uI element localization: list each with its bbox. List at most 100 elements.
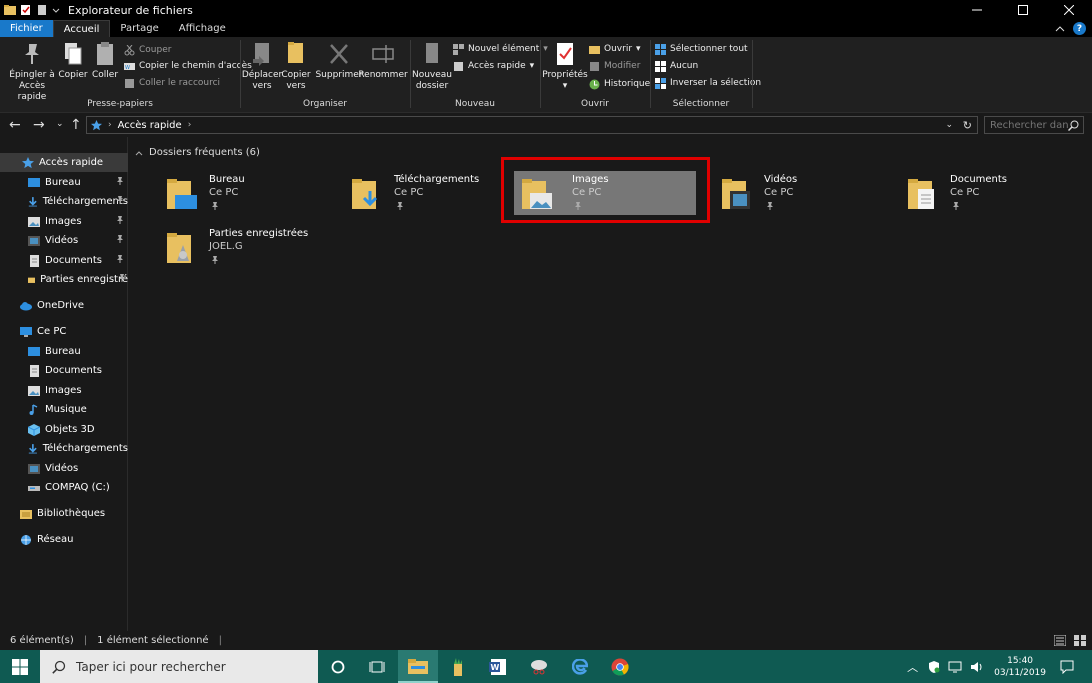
refresh-icon[interactable]: ↻: [963, 119, 972, 132]
select-group-label: Sélectionner: [672, 99, 730, 109]
action-center-icon[interactable]: [1060, 660, 1074, 674]
nav-quick-videos[interactable]: Vidéos: [0, 231, 128, 250]
breadcrumb-separator-icon: ›: [108, 120, 112, 130]
new-folder-quick-icon[interactable]: [36, 4, 48, 16]
history-label: Historique: [604, 79, 651, 89]
easy-access-button[interactable]: Accès rapide ▾: [453, 59, 534, 73]
clock[interactable]: 15:40 03/11/2019: [994, 655, 1046, 679]
nav-pc-downloads[interactable]: Téléchargements: [0, 439, 128, 458]
volume-icon[interactable]: [970, 661, 984, 673]
nav-quick-documents[interactable]: Documents: [0, 251, 128, 270]
maximize-icon: [1018, 5, 1028, 15]
nav-onedrive[interactable]: OneDrive: [0, 296, 128, 315]
new-folder-button[interactable]: Nouveau dossier: [412, 41, 452, 92]
status-selected-count: 1 élément sélectionné: [97, 635, 209, 646]
details-view-icon[interactable]: [1054, 635, 1066, 646]
pin-icon: [953, 202, 959, 210]
select-all-button[interactable]: Sélectionner tout: [655, 42, 748, 56]
paste-shortcut-button[interactable]: Coller le raccourci: [124, 76, 220, 90]
tray-chevron-up-icon[interactable]: ︿: [907, 659, 918, 675]
security-shield-icon[interactable]: [928, 660, 940, 673]
nav-pc-music[interactable]: Musique: [0, 400, 128, 419]
task-view-button[interactable]: [357, 650, 397, 683]
nav-pc-documents[interactable]: Documents: [0, 361, 128, 380]
search-box[interactable]: [984, 116, 1084, 134]
minimize-button[interactable]: [954, 0, 1000, 20]
address-bar[interactable]: › Accès rapide › ⌄ ↻: [86, 116, 978, 134]
rename-button[interactable]: Renommer: [358, 41, 408, 81]
nav-quick-access[interactable]: Accès rapide: [0, 153, 128, 172]
cortana-button[interactable]: [318, 650, 358, 683]
forward-arrow-icon[interactable]: →: [33, 117, 45, 133]
nav-quick-saved-games[interactable]: Parties enregistré: [0, 270, 128, 289]
close-button[interactable]: [1046, 0, 1092, 20]
taskbar-snipping-tool[interactable]: [519, 650, 559, 683]
open-button[interactable]: Ouvrir ▾: [589, 42, 641, 56]
start-button[interactable]: [0, 650, 40, 683]
folder-tile-desktop[interactable]: Bureau Ce PC: [159, 171, 341, 215]
search-input[interactable]: [990, 119, 1068, 131]
folder-tile-saved-games[interactable]: Parties enregistrées JOEL.G: [159, 225, 341, 269]
taskbar-word[interactable]: W: [478, 650, 518, 683]
paint-icon: [454, 657, 462, 676]
cut-button[interactable]: Couper: [124, 43, 171, 57]
select-none-button[interactable]: Aucun: [655, 59, 698, 73]
history-button[interactable]: Historique: [589, 77, 650, 91]
navigation-pane: Accès rapide Bureau Téléchargements Imag…: [0, 137, 128, 631]
nav-pc-videos[interactable]: Vidéos: [0, 459, 128, 478]
new-item-button[interactable]: Nouvel élément ▾: [453, 42, 548, 56]
nav-network[interactable]: Réseau: [0, 530, 128, 549]
folder-tile-downloads[interactable]: Téléchargements Ce PC: [344, 171, 526, 215]
breadcrumb-quick-access[interactable]: Accès rapide: [118, 120, 182, 131]
network-icon[interactable]: [948, 661, 962, 673]
copy-button[interactable]: Copier: [58, 41, 88, 81]
properties-button[interactable]: Propriétés ▾: [542, 41, 588, 92]
nav-pc-images[interactable]: Images: [0, 381, 128, 400]
search-icon: [52, 660, 66, 674]
copy-path-button[interactable]: W Copier le chemin d'accès: [124, 59, 252, 73]
ribbon-collapse-chevron-icon[interactable]: [1055, 25, 1065, 33]
address-dropdown-icon[interactable]: ⌄: [945, 120, 953, 130]
nav-pc-3d-objects[interactable]: Objets 3D: [0, 420, 128, 439]
up-arrow-icon[interactable]: ↑: [70, 117, 82, 133]
taskbar-edge[interactable]: [560, 650, 600, 683]
recent-locations-chevron-icon[interactable]: ⌄: [56, 119, 64, 129]
back-arrow-icon[interactable]: ←: [9, 117, 21, 133]
nav-quick-downloads[interactable]: Téléchargements: [0, 192, 128, 211]
delete-label: Supprimer: [315, 70, 363, 80]
folder-tile-documents[interactable]: Documents Ce PC: [900, 171, 1082, 215]
copy-to-button[interactable]: Copier vers: [279, 41, 313, 92]
help-icon[interactable]: ?: [1073, 22, 1086, 35]
paste-button[interactable]: Coller: [90, 41, 120, 81]
nav-pc-drive-c[interactable]: COMPAQ (C:): [0, 478, 128, 497]
maximize-button[interactable]: [1000, 0, 1046, 20]
large-icons-view-icon[interactable]: [1074, 635, 1086, 646]
taskbar-chrome[interactable]: [600, 650, 640, 683]
breadcrumb-chevron-icon[interactable]: ›: [188, 120, 192, 130]
taskbar-paint[interactable]: [438, 650, 478, 683]
move-to-button[interactable]: Déplacer vers: [242, 41, 282, 92]
cube-3d-icon: [28, 423, 40, 436]
invert-selection-button[interactable]: Inverser la sélection: [655, 76, 761, 90]
nav-pc-desktop[interactable]: Bureau: [0, 342, 128, 361]
nav-quick-desktop[interactable]: Bureau: [0, 173, 128, 192]
edit-button[interactable]: Modifier: [589, 59, 640, 73]
nav-this-pc[interactable]: Ce PC: [0, 322, 128, 341]
taskbar-file-explorer[interactable]: [398, 650, 438, 683]
tab-share[interactable]: Partage: [110, 20, 168, 37]
tab-view[interactable]: Affichage: [169, 20, 236, 37]
nav-libraries[interactable]: Bibliothèques: [0, 504, 128, 523]
taskbar-search-box[interactable]: Taper ici pour rechercher: [40, 650, 318, 683]
folder-tile-videos[interactable]: Vidéos Ce PC: [714, 171, 896, 215]
customize-toolbar-chevron-icon[interactable]: [52, 4, 60, 16]
copy-icon: [65, 43, 82, 65]
tab-file[interactable]: Fichier: [0, 20, 53, 37]
delete-button[interactable]: Supprimer: [315, 41, 363, 81]
properties-label: Propriétés: [542, 70, 588, 80]
frequent-folders-header[interactable]: Dossiers fréquents (6): [135, 147, 260, 158]
nav-quick-images[interactable]: Images: [0, 212, 128, 231]
pin-quick-access-button[interactable]: Épingler à Accès rapide: [4, 41, 60, 103]
tab-home[interactable]: Accueil: [52, 20, 111, 37]
nav-pc-images-label: Images: [45, 385, 82, 396]
properties-quick-icon[interactable]: [20, 4, 32, 16]
